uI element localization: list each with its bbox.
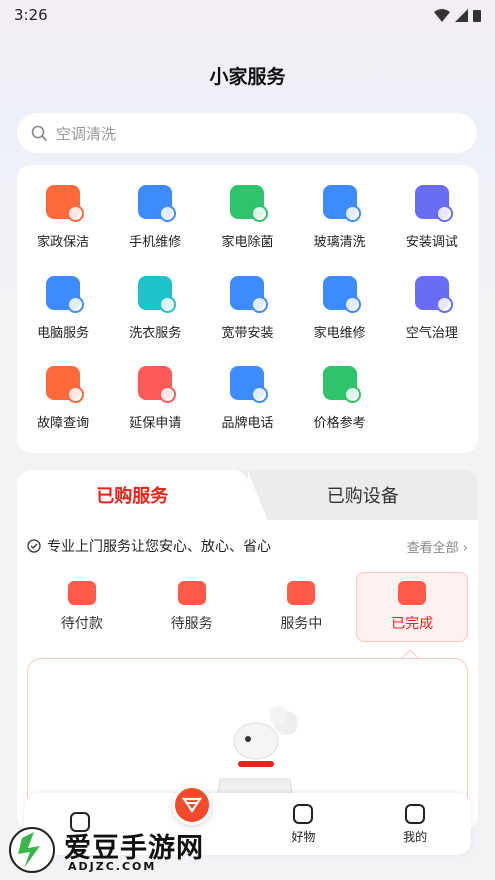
center-heart-icon — [181, 797, 203, 813]
service-label: 故障查询 — [37, 416, 90, 431]
page-title: 小家服务 — [209, 66, 286, 88]
service-item[interactable]: 手机维修 — [109, 177, 201, 268]
service-label: 洗衣服务 — [129, 325, 182, 341]
computer-icon — [46, 275, 85, 313]
spray-icon — [414, 275, 453, 313]
service-label: 空气治理 — [405, 325, 458, 341]
watermark-url: ADJZC.COM — [68, 860, 157, 873]
search-input[interactable]: 空调清洗 — [17, 113, 477, 153]
tab-purchased-services[interactable]: 已购服务 — [17, 470, 248, 520]
service-label: 手机维修 — [129, 235, 182, 250]
wifi-icon — [434, 8, 450, 22]
in-progress-icon — [287, 581, 316, 605]
status-icons — [434, 8, 481, 22]
sterilize-icon — [230, 185, 269, 222]
service-item[interactable]: 品牌电话 — [201, 358, 293, 449]
nav-label: 我的 — [403, 829, 428, 844]
service-item[interactable]: 故障查询 — [17, 358, 109, 449]
purchased-card: 已购服务 已购设备 专业上门服务让您安心、放心、省心 查看全部 › 待付款 待服务… — [17, 470, 478, 830]
glass-clean-icon — [322, 185, 361, 222]
service-item[interactable]: 洗衣服务 — [109, 268, 201, 359]
location-icon — [177, 581, 206, 605]
broom-icon — [46, 185, 85, 222]
install-icon — [414, 185, 453, 222]
service-label: 延保申请 — [129, 416, 182, 431]
service-item[interactable]: 价格参考 — [294, 358, 386, 449]
service-label: 家电维修 — [313, 325, 366, 341]
brand-phone-icon — [230, 366, 269, 403]
order-status-label: 已完成 — [391, 616, 434, 632]
service-label: 品牌电话 — [221, 416, 274, 431]
service-note: 专业上门服务让您安心、放心、省心 查看全部 › — [17, 520, 478, 572]
order-status-label: 服务中 — [280, 616, 323, 632]
order-status-item[interactable]: 待付款 — [27, 572, 137, 642]
check-circle-icon — [27, 539, 41, 553]
service-grid: 家政保洁 手机维修 家电除菌 玻璃清洗 安装调试电脑服务 洗衣服务 宽带安装 家电维修 空气治理… — [17, 177, 478, 449]
order-status-label: 待服务 — [170, 616, 213, 632]
status-bar: 3:26 — [0, 0, 495, 30]
profile-icon — [405, 803, 426, 824]
calendar-check-icon — [398, 581, 427, 605]
nav-item[interactable]: 好物 — [248, 793, 360, 855]
order-status-label: 待付款 — [60, 616, 103, 632]
service-item[interactable]: 宽带安装 — [201, 268, 293, 359]
status-time: 3:26 — [14, 6, 48, 24]
search-placeholder: 空调清洗 — [56, 124, 117, 143]
goods-icon — [293, 803, 314, 824]
router-icon — [230, 275, 269, 313]
laundry-icon — [138, 275, 177, 313]
order-status-item[interactable]: 已完成 — [356, 572, 468, 642]
wallet-icon — [67, 581, 96, 605]
service-grid-card: 家政保洁 手机维修 家电除菌 玻璃清洗 安装调试电脑服务 洗衣服务 宽带安装 家电维修 空气治理… — [17, 165, 478, 453]
service-label: 玻璃清洗 — [313, 235, 366, 250]
service-label: 电脑服务 — [37, 325, 90, 341]
warranty-icon — [138, 366, 177, 403]
nav-label: 好物 — [291, 829, 316, 844]
service-label: 安装调试 — [405, 235, 458, 250]
service-label: 家政保洁 — [37, 235, 90, 250]
signal-icon — [455, 8, 468, 22]
view-all-link[interactable]: 查看全部 › — [407, 537, 468, 556]
service-item[interactable]: 延保申请 — [109, 358, 201, 449]
service-tabs: 已购服务 已购设备 — [17, 470, 478, 520]
note-text: 专业上门服务让您安心、放心、省心 — [47, 539, 271, 555]
service-item[interactable]: 家电除菌 — [201, 177, 293, 268]
view-all-label: 查看全部 — [406, 540, 459, 556]
service-item[interactable]: 家政保洁 — [17, 177, 109, 268]
fault-query-icon — [46, 366, 85, 403]
service-item[interactable]: 玻璃清洗 — [294, 177, 386, 268]
battery-icon — [473, 9, 481, 22]
service-item[interactable]: 安装调试 — [386, 177, 478, 268]
service-item[interactable]: 家电维修 — [294, 268, 386, 359]
service-label: 宽带安装 — [221, 325, 274, 341]
order-status-item[interactable]: 服务中 — [247, 572, 357, 642]
service-item[interactable]: 电脑服务 — [17, 268, 109, 359]
service-label: 价格参考 — [313, 416, 366, 431]
service-item[interactable]: 空气治理 — [386, 268, 478, 359]
center-heart-button[interactable] — [172, 785, 212, 825]
appliance-repair-icon — [322, 275, 361, 313]
phone-repair-icon — [138, 185, 177, 222]
order-status-item[interactable]: 待服务 — [137, 572, 247, 642]
nav-item[interactable]: 我的 — [359, 793, 471, 855]
price-icon — [322, 366, 361, 403]
service-label: 家电除菌 — [221, 235, 274, 250]
order-status-row: 待付款 待服务 服务中 已完成 — [17, 572, 478, 642]
tab-purchased-devices[interactable]: 已购设备 — [248, 470, 479, 520]
search-icon — [31, 125, 48, 141]
chevron-right-icon: › — [462, 540, 468, 556]
